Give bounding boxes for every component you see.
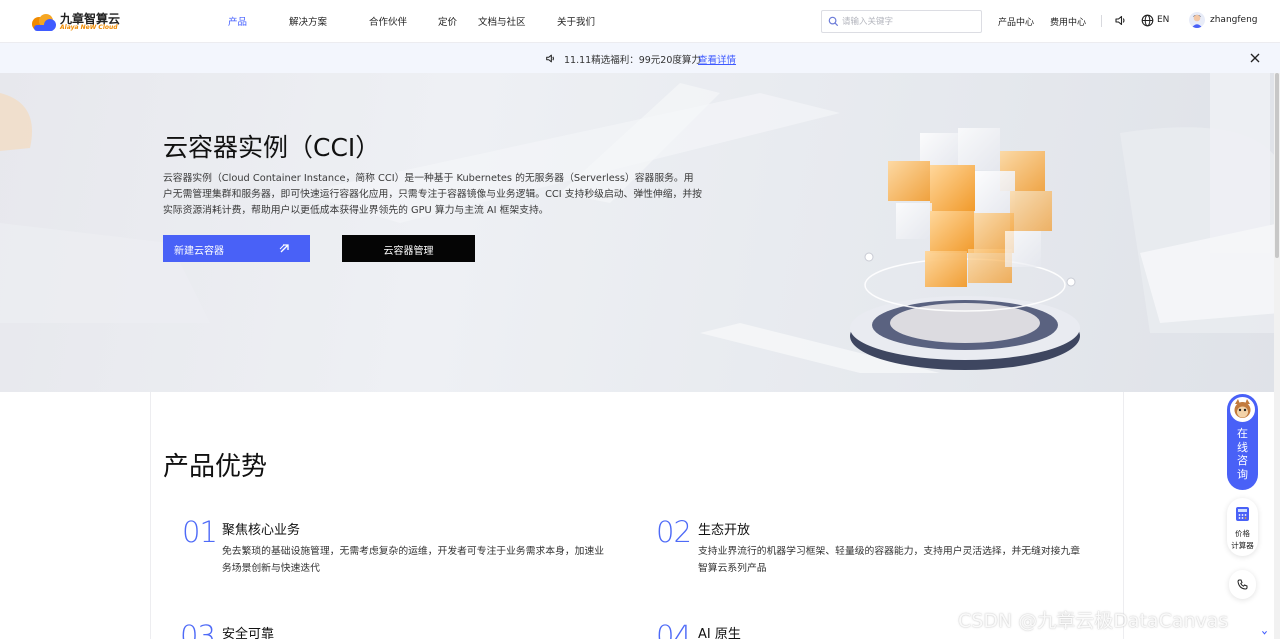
- product-center-link[interactable]: 产品中心: [998, 15, 1034, 28]
- hero-illustration: [0, 73, 1280, 373]
- brand-logo[interactable]: 九章智算云 Alaya NeW Cloud: [30, 9, 130, 34]
- arrow-up-right-icon: [279, 244, 289, 253]
- feature-number: 04: [656, 619, 692, 639]
- feature-title: 安全可靠: [222, 627, 275, 639]
- language-switch[interactable]: EN: [1157, 15, 1169, 25]
- speaker-icon[interactable]: [1114, 14, 1127, 27]
- announcement-text: 11.11精选福利：99元20度算力: [564, 55, 701, 66]
- nav-item-partners[interactable]: 合作伙伴: [369, 14, 407, 28]
- calculator-icon: [1236, 507, 1249, 521]
- phone-contact-button[interactable]: [1229, 570, 1256, 599]
- create-container-button[interactable]: 新建云容器: [163, 235, 310, 262]
- phone-icon: [1237, 579, 1248, 590]
- close-icon[interactable]: [1249, 52, 1261, 64]
- user-avatar-icon: [1191, 14, 1203, 28]
- watermark: CSDN @九章云极DataCanvas: [958, 610, 1229, 632]
- container-management-button[interactable]: 云容器管理: [342, 235, 475, 262]
- scrollbar-thumb[interactable]: [1275, 73, 1279, 258]
- brand-name-en: Alaya NeW Cloud: [60, 24, 118, 31]
- globe-icon[interactable]: [1141, 14, 1154, 27]
- cloud-logo-icon: [32, 14, 56, 31]
- page-title: 云容器实例（CCI）: [163, 133, 381, 162]
- price-calculator-label-line1: 价格: [1235, 529, 1250, 538]
- feature-title: AI 原生: [698, 627, 741, 639]
- assistant-avatar-icon: [1234, 399, 1251, 418]
- nav-item-pricing[interactable]: 定价: [438, 14, 457, 28]
- feature-number: 01: [182, 515, 218, 549]
- hero-description: 云容器实例（Cloud Container Instance，简称 CCI）是一…: [163, 173, 702, 217]
- feature-number: 02: [656, 515, 692, 549]
- feature-description: 免去繁琐的基础设施管理，无需考虑复杂的运维，开发者可专注于业务需求本身，加速业务…: [222, 546, 605, 574]
- assistant-avatar: [1228, 395, 1257, 424]
- toolbar-divider: [1101, 15, 1102, 27]
- nav-item-docs-community[interactable]: 文档与社区: [478, 14, 526, 28]
- create-container-label: 新建云容器: [174, 246, 224, 257]
- search-icon: [828, 16, 839, 27]
- user-avatar[interactable]: [1189, 12, 1205, 28]
- online-consult-button[interactable]: 在线咨询: [1227, 394, 1258, 490]
- search-input[interactable]: [842, 14, 978, 29]
- feature-title: 生态开放: [698, 523, 751, 538]
- billing-center-link[interactable]: 费用中心: [1050, 15, 1086, 28]
- price-calculator-label-line2: 计算器: [1231, 540, 1254, 550]
- chevron-down-icon: [1262, 631, 1267, 635]
- top-navigation: 九章智算云 Alaya NeW Cloud 产品 解决方案 合作伙伴 定价 文档…: [0, 0, 1280, 43]
- nav-item-about[interactable]: 关于我们: [557, 14, 595, 28]
- container-management-label: 云容器管理: [383, 246, 434, 257]
- feature-description: 支持业界流行的机器学习框架、轻量级的容器能力，支持用户灵活选择，并无缝对接九章智…: [698, 546, 1081, 574]
- nav-item-solutions[interactable]: 解决方案: [289, 14, 327, 28]
- online-consult-label: 在线咨询: [1237, 427, 1248, 481]
- hero-banner: 云容器实例（CCI） 云容器实例（Cloud Container Instanc…: [0, 73, 1280, 392]
- nav-item-products[interactable]: 产品: [228, 14, 247, 28]
- price-calculator-label: 价格 计算器: [1227, 528, 1258, 551]
- announcement-bar: 11.11精选福利：99元20度算力 查看详情: [0, 43, 1280, 73]
- announcement-details-link[interactable]: 查看详情: [698, 52, 736, 66]
- speaker-icon: [546, 54, 554, 63]
- price-calculator-button[interactable]: 价格 计算器: [1227, 498, 1258, 556]
- section-title: 产品优势: [163, 452, 268, 482]
- search-box: [821, 10, 982, 33]
- feature-number: 03: [180, 619, 216, 639]
- content-frame: [150, 392, 1124, 639]
- username[interactable]: zhangfeng: [1210, 15, 1257, 25]
- feature-title: 聚焦核心业务: [222, 523, 301, 538]
